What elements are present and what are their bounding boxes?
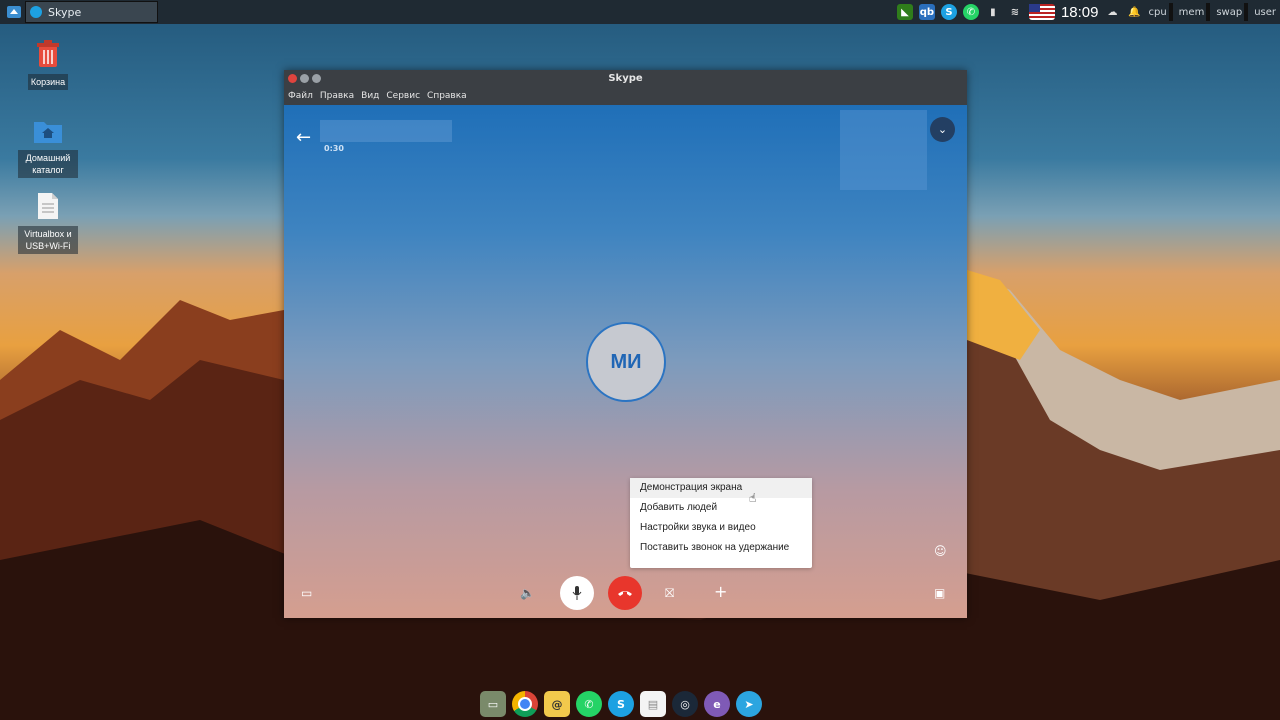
desktop-icon-label: Корзина <box>27 74 69 90</box>
steam-icon[interactable]: ◎ <box>672 691 698 717</box>
avatar: МИ <box>586 322 666 402</box>
plus-icon[interactable]: + <box>714 582 727 601</box>
speaker-icon[interactable]: 🔈 <box>520 586 535 600</box>
mem-label: mem <box>1178 6 1205 18</box>
minimize-button[interactable] <box>312 74 321 83</box>
text-file-icon[interactable]: ▤ <box>640 691 666 717</box>
system-tray: ◣ qb S ✆ ▮ ≋ 18:09 ☁ 🔔 cpu mem swap user <box>896 0 1280 24</box>
us-flag-icon[interactable] <box>1028 4 1055 20</box>
cpu-meter[interactable]: cpu <box>1148 3 1173 21</box>
menu-view[interactable]: Вид <box>361 88 379 105</box>
back-arrow-icon[interactable]: ← <box>296 127 311 148</box>
call-timer: 0:30 <box>324 144 344 153</box>
desktop-icon-label: Virtualbox и USB+Wi-Fi <box>18 226 78 254</box>
microphone-button[interactable] <box>560 576 594 610</box>
taskbar-item-label: Skype <box>48 5 82 19</box>
chat-icon[interactable]: ▭ <box>301 586 312 600</box>
call-options-menu: Демонстрация экрана Добавить людей Настр… <box>630 478 812 568</box>
skype-tray-icon[interactable]: S <box>940 4 957 20</box>
chrome-icon[interactable] <box>512 691 538 717</box>
menu-item-audio-video-settings[interactable]: Настройки звука и видео <box>630 518 812 538</box>
home-folder-icon <box>34 122 62 143</box>
menu-item-hold-call[interactable]: Поставить звонок на удержание <box>630 538 812 558</box>
clock[interactable]: 18:09 <box>1061 4 1099 21</box>
user-label: user <box>1254 6 1276 18</box>
menu-item-screen-share[interactable]: Демонстрация экрана <box>630 478 812 498</box>
skype-icon <box>30 6 42 18</box>
chevron-down-icon[interactable]: ⌄ <box>930 117 955 142</box>
window-title: Skype <box>608 73 643 84</box>
trash-icon <box>37 40 59 67</box>
qbittorrent-icon[interactable]: qb <box>918 4 935 20</box>
skype-icon[interactable]: S <box>608 691 634 717</box>
desktop-icon-virtualbox-doc[interactable]: Virtualbox и USB+Wi-Fi <box>18 192 78 254</box>
emoji-icon[interactable]: ☺ <box>934 544 947 558</box>
user-meter[interactable]: user <box>1254 7 1276 18</box>
gallery-icon[interactable]: ▣ <box>934 586 945 600</box>
microphone-icon <box>572 586 582 600</box>
network-icon[interactable]: ≋ <box>1007 4 1023 20</box>
emacs-icon[interactable]: e <box>704 691 730 717</box>
menu-edit[interactable]: Правка <box>320 88 354 105</box>
app-menu-icon[interactable] <box>6 4 22 20</box>
menu-item-add-people[interactable]: Добавить людей <box>630 498 812 518</box>
hand-cursor-icon: ☝ <box>749 491 757 505</box>
whatsapp-icon[interactable]: ✆ <box>962 4 979 20</box>
hang-up-button[interactable] <box>608 576 642 610</box>
menu-tools[interactable]: Сервис <box>386 88 420 105</box>
top-panel: Skype ◣ qb S ✆ ▮ ≋ 18:09 ☁ 🔔 cpu mem swa… <box>0 0 1280 24</box>
whatsapp-icon[interactable]: ✆ <box>576 691 602 717</box>
document-icon <box>38 193 58 219</box>
battery-icon[interactable]: ▮ <box>985 4 1001 20</box>
video-off-icon[interactable]: ⛝ <box>665 586 674 601</box>
desktop-icon-trash[interactable]: Корзина <box>18 40 78 90</box>
mail-icon[interactable]: @ <box>544 691 570 717</box>
cpu-label: cpu <box>1148 6 1167 18</box>
window-titlebar[interactable]: Skype <box>284 70 967 88</box>
menu-help[interactable]: Справка <box>427 88 467 105</box>
close-button[interactable] <box>288 74 297 83</box>
maximize-button[interactable] <box>300 74 309 83</box>
file-manager-icon[interactable]: ▭ <box>480 691 506 717</box>
skype-window: Skype Файл Правка Вид Сервис Справка ← 0… <box>284 70 967 618</box>
self-video-preview[interactable] <box>840 110 927 190</box>
taskbar-item-skype[interactable]: Skype <box>25 1 158 23</box>
bell-icon[interactable]: 🔔 <box>1126 4 1142 20</box>
phone-hangup-icon <box>618 591 632 596</box>
dock: ▭ @ ✆ S ▤ ◎ e ➤ <box>480 688 762 720</box>
desktop-icon-home[interactable]: Домашний каталог <box>18 118 78 178</box>
menu-bar: Файл Правка Вид Сервис Справка <box>284 88 967 105</box>
menu-file[interactable]: Файл <box>288 88 313 105</box>
swap-label: swap <box>1216 6 1243 18</box>
swap-meter[interactable]: swap <box>1216 3 1249 21</box>
contact-name-box <box>320 120 452 142</box>
nvidia-icon[interactable]: ◣ <box>896 4 913 20</box>
call-area: ← 0:30 ⌄ МИ Демонстрация экрана Добавить… <box>284 105 967 618</box>
desktop-icon-label: Домашний каталог <box>18 150 78 178</box>
weather-icon[interactable]: ☁ <box>1104 4 1120 20</box>
mem-meter[interactable]: mem <box>1179 3 1211 21</box>
telegram-icon[interactable]: ➤ <box>736 691 762 717</box>
